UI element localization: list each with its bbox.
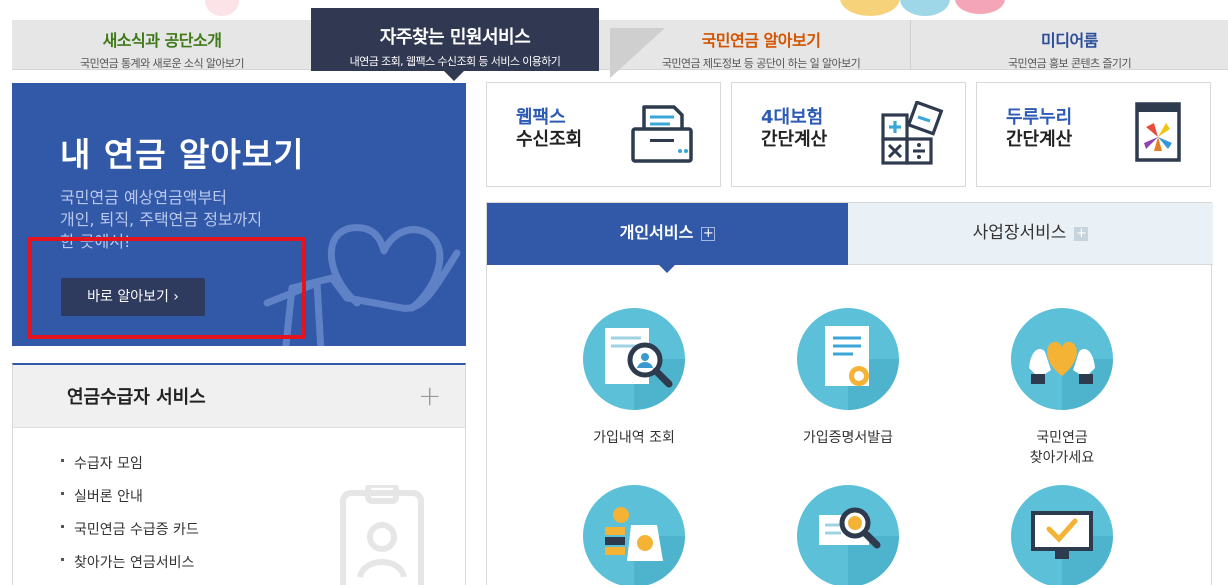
bullet-icon — [61, 458, 64, 462]
service-item-monitor[interactable] — [972, 485, 1152, 585]
bullet-icon — [61, 524, 64, 528]
service-item-visit-pension[interactable]: 국민연금 찾아가세요 — [972, 308, 1152, 468]
monitor-check-icon — [1011, 485, 1113, 585]
tab-business-service[interactable]: 사업장서비스 + — [848, 203, 1213, 265]
service-panel: 개인서비스 + 사업장서비스 + 가입내역 조회 가입증명서발급 국민연금 찾아… — [486, 202, 1213, 585]
service-item-money[interactable] — [544, 485, 724, 585]
tab-subtitle: 내연금 조회, 웹팩스 수신조회 등 서비스 이용하기 — [349, 55, 561, 68]
list-item[interactable]: 수급자 모임 — [61, 453, 199, 486]
top-tab-bar: 새소식과 공단소개 국민연금 통계와 새로운 소식 알아보기 국민연금 알아보기… — [12, 8, 1228, 81]
certificate-icon — [797, 308, 899, 410]
list-item[interactable]: 실버론 안내 — [61, 486, 199, 519]
four-insurance-calc-button[interactable]: 4대보험 간단계산 — [731, 82, 966, 187]
quick-title-accent: 4대보험 — [761, 107, 824, 128]
bullet-icon — [61, 491, 64, 495]
card-search-icon — [797, 485, 899, 585]
tab-personal-service[interactable]: 개인서비스 + — [487, 203, 848, 273]
tab-title: 미디어룸 — [1041, 31, 1098, 50]
list-item-label: 실버론 안내 — [74, 489, 143, 505]
tab-learn-pension[interactable]: 국민연금 알아보기 국민연금 제도정보 등 공단이 하는 일 알아보기 — [612, 20, 910, 70]
service-item-certificate[interactable]: 가입증명서발급 — [758, 308, 938, 448]
tab-subtitle: 국민연금 통계와 새로운 소식 알아보기 — [80, 57, 245, 70]
fax-icon — [631, 105, 693, 163]
quick-title: 수신조회 — [516, 129, 583, 150]
service-label: 국민연금 찾아가세요 — [1029, 430, 1095, 466]
pensioner-services-title: 연금수급자 서비스 — [67, 387, 206, 408]
service-label: 가입증명서발급 — [802, 430, 894, 446]
active-tab-arrow — [659, 265, 675, 273]
service-item-enrollment-inquiry[interactable]: 가입내역 조회 — [544, 308, 724, 448]
top-decoration — [0, 0, 1228, 20]
id-card-icon — [340, 485, 424, 585]
tab-title: 새소식과 공단소개 — [102, 31, 222, 50]
calculator-icon — [881, 101, 944, 165]
durunuri-icon — [1135, 102, 1181, 162]
quick-title-accent: 두루누리 — [1006, 107, 1073, 128]
list-item-label: 찾아가는 연금서비스 — [74, 555, 195, 571]
tab-label: 개인서비스 — [619, 223, 694, 242]
webfax-inquiry-button[interactable]: 웹팩스 수신조회 — [486, 82, 721, 187]
plus-icon: + — [701, 226, 716, 241]
hero-title: 내 연금 알아보기 — [60, 135, 305, 174]
tab-title: 자주찾는 민원서비스 — [379, 27, 531, 48]
list-item[interactable]: 국민연금 수급증 카드 — [61, 519, 199, 552]
service-label: 가입내역 조회 — [593, 430, 675, 446]
quick-title: 간단계산 — [1006, 129, 1073, 150]
plus-icon: + — [1074, 226, 1089, 241]
pensioner-services-header[interactable]: 연금수급자 서비스 + — [13, 365, 465, 428]
tab-subtitle: 국민연금 홍보 콘텐츠 즐기기 — [1008, 57, 1132, 70]
money-bag-icon — [583, 485, 685, 585]
page: 새소식과 공단소개 국민연금 통계와 새로운 소식 알아보기 국민연금 알아보기… — [0, 0, 1228, 585]
quick-title-accent: 웹팩스 — [516, 107, 566, 128]
document-search-icon — [583, 308, 685, 410]
durunuri-calc-button[interactable]: 두루누리 간단계산 — [976, 82, 1211, 187]
highlight-box — [28, 237, 306, 339]
list-item-label: 국민연금 수급증 카드 — [74, 522, 199, 538]
list-item-label: 수급자 모임 — [74, 456, 143, 472]
pensioner-services-panel: 연금수급자 서비스 + 수급자 모임 실버론 안내 국민연금 수급증 카드 찾아… — [12, 363, 466, 585]
tab-title: 국민연금 알아보기 — [701, 31, 821, 50]
tab-subtitle: 국민연금 제도정보 등 공단이 하는 일 알아보기 — [661, 57, 861, 70]
pensioner-services-list: 수급자 모임 실버론 안내 국민연금 수급증 카드 찾아가는 연금서비스 — [61, 453, 199, 585]
quick-title: 간단계산 — [761, 129, 828, 150]
tab-media-room[interactable]: 미디어룸 국민연금 홍보 콘텐츠 즐기기 — [910, 20, 1228, 70]
expand-plus-icon[interactable]: + — [418, 379, 441, 412]
tab-news-and-intro[interactable]: 새소식과 공단소개 국민연금 통계와 새로운 소식 알아보기 — [12, 20, 312, 70]
tab-frequent-services[interactable]: 자주찾는 민원서비스 내연금 조회, 웹팩스 수신조회 등 서비스 이용하기 — [311, 8, 599, 81]
list-item[interactable]: 찾아가는 연금서비스 — [61, 552, 199, 585]
tab-label: 사업장서비스 — [972, 223, 1067, 243]
service-item-card-search[interactable] — [758, 485, 938, 585]
active-tab-arrow — [444, 71, 464, 81]
heart-hands-icon — [1011, 308, 1113, 410]
bullet-icon — [61, 557, 64, 561]
